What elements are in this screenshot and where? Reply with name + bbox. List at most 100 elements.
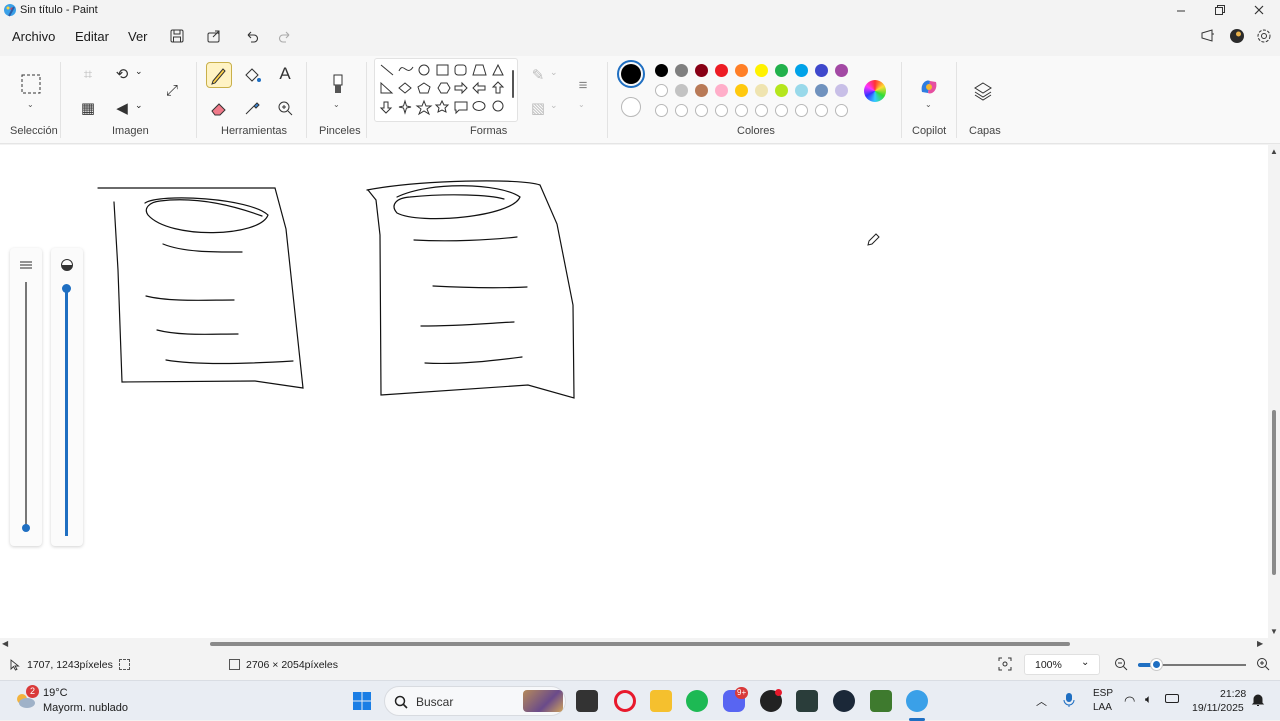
horizontal-scroll-thumb[interactable] <box>210 642 1070 646</box>
palette-swatch[interactable] <box>695 64 708 77</box>
notification-bell-icon[interactable] <box>1251 693 1265 707</box>
drawing-canvas[interactable] <box>0 145 1268 638</box>
custom-color-slot[interactable] <box>815 104 828 117</box>
taskbar-search-box[interactable]: Buscar <box>384 686 566 716</box>
custom-color-slot[interactable] <box>655 104 668 117</box>
menu-archivo[interactable]: Archivo <box>12 29 55 44</box>
fill-chevron-down-icon[interactable]: ⌄ <box>550 100 558 111</box>
rotate-icon[interactable]: ⟲ <box>110 62 134 86</box>
palette-swatch[interactable] <box>835 64 848 77</box>
microphone-icon[interactable] <box>1063 692 1075 708</box>
custom-color-slot[interactable] <box>835 104 848 117</box>
size-slider-handle[interactable] <box>62 284 71 293</box>
scroll-up-icon[interactable]: ▲ <box>1270 147 1278 156</box>
palette-swatch[interactable] <box>835 84 848 97</box>
brush-chevron-down-icon[interactable]: ⌄ <box>333 100 340 109</box>
paint-taskbar-icon[interactable] <box>906 690 928 712</box>
vertical-scrollbar[interactable]: ▲ ▼ <box>1268 145 1280 638</box>
task-view-icon[interactable] <box>576 690 598 712</box>
crop-icon[interactable]: ⌗ <box>76 62 100 86</box>
windows-start-icon[interactable] <box>352 691 372 711</box>
wifi-icon[interactable]: ◠ <box>1124 693 1135 709</box>
account-icon[interactable] <box>1229 28 1245 44</box>
palette-swatch[interactable] <box>755 64 768 77</box>
palette-swatch[interactable] <box>795 84 808 97</box>
scroll-left-icon[interactable]: ◀ <box>2 639 8 648</box>
palette-swatch[interactable] <box>675 84 688 97</box>
secondary-color-button[interactable] <box>621 97 641 117</box>
palette-swatch[interactable] <box>815 84 828 97</box>
outline-chevron-down-icon[interactable]: ⌄ <box>550 67 558 78</box>
palette-swatch[interactable] <box>715 64 728 77</box>
remove-background-icon[interactable]: ▦ <box>76 96 100 120</box>
palette-swatch[interactable] <box>775 64 788 77</box>
palette-swatch[interactable] <box>815 64 828 77</box>
primary-color-button[interactable] <box>617 60 645 88</box>
pencil-tool-button[interactable] <box>206 62 232 88</box>
resize-icon[interactable]: ⤢ <box>160 78 184 102</box>
palette-swatch[interactable] <box>735 84 748 97</box>
custom-color-slot[interactable] <box>795 104 808 117</box>
size-icon[interactable]: ≡ <box>571 73 595 97</box>
scroll-right-icon[interactable]: ▶ <box>1257 639 1263 648</box>
palette-swatch[interactable] <box>655 84 668 97</box>
minimize-button[interactable] <box>1172 2 1190 18</box>
weather-widget[interactable]: 2 19°C Mayorm. nublado <box>14 685 154 717</box>
fill-bucket-icon[interactable] <box>240 63 264 87</box>
brush-icon[interactable] <box>326 73 350 97</box>
layers-icon[interactable] <box>972 80 994 102</box>
battery-icon[interactable] <box>1165 694 1179 703</box>
horizontal-scrollbar[interactable]: ◀ ▶ <box>0 638 1268 650</box>
vertical-scroll-thumb[interactable] <box>1272 410 1276 575</box>
eraser-icon[interactable] <box>207 96 231 120</box>
selection-icon[interactable] <box>19 72 43 96</box>
rotate-chevron-down-icon[interactable]: ⌄ <box>135 66 143 77</box>
flip-chevron-down-icon[interactable]: ⌄ <box>135 100 143 111</box>
volume-icon[interactable]: 🔈︎ <box>1145 692 1152 707</box>
restore-button[interactable] <box>1210 2 1228 18</box>
language-top[interactable]: ESP <box>1093 688 1113 699</box>
shapes-gallery[interactable] <box>374 58 518 122</box>
palette-swatch[interactable] <box>695 84 708 97</box>
palette-swatch[interactable] <box>655 64 668 77</box>
minecraft-icon[interactable] <box>870 690 892 712</box>
language-bottom[interactable]: LAA <box>1093 702 1112 713</box>
custom-color-slot[interactable] <box>775 104 788 117</box>
undo-icon[interactable] <box>244 28 260 44</box>
custom-color-slot[interactable] <box>675 104 688 117</box>
custom-color-slot[interactable] <box>755 104 768 117</box>
book-app-icon[interactable] <box>796 690 818 712</box>
clock-time[interactable]: 21:28 <box>1220 688 1246 700</box>
steam-icon[interactable] <box>833 690 855 712</box>
copilot-chevron-down-icon[interactable]: ⌄ <box>925 100 932 109</box>
size-chevron-down-icon[interactable]: ⌄ <box>578 100 585 109</box>
spotify-icon[interactable] <box>686 690 708 712</box>
selection-chevron-down-icon[interactable]: ⌄ <box>27 100 34 109</box>
copilot-icon[interactable] <box>918 76 940 98</box>
redo-icon[interactable] <box>277 28 293 44</box>
magnifier-icon[interactable] <box>273 96 297 120</box>
palette-swatch[interactable] <box>775 84 788 97</box>
palette-swatch[interactable] <box>675 64 688 77</box>
custom-color-slot[interactable] <box>695 104 708 117</box>
fit-to-window-icon[interactable] <box>998 657 1012 671</box>
menu-editar[interactable]: Editar <box>75 29 109 44</box>
zoom-dropdown[interactable]: 100% ⌄ <box>1024 654 1100 675</box>
color-picker-icon[interactable] <box>240 96 264 120</box>
save-icon[interactable] <box>169 28 185 44</box>
zoom-slider-handle[interactable] <box>1151 659 1162 670</box>
fill-icon[interactable]: ▧ <box>526 96 550 120</box>
zoom-slider[interactable] <box>1138 659 1246 670</box>
menu-ver[interactable]: Ver <box>128 29 148 44</box>
settings-gear-icon[interactable] <box>1256 28 1272 44</box>
zoom-out-icon[interactable] <box>1114 657 1128 671</box>
flip-icon[interactable]: ◀ <box>110 96 134 120</box>
zoom-in-icon[interactable] <box>1256 657 1270 671</box>
palette-swatch[interactable] <box>755 84 768 97</box>
opacity-slider-handle[interactable] <box>22 524 30 532</box>
close-button[interactable] <box>1250 2 1268 18</box>
palette-swatch[interactable] <box>735 64 748 77</box>
palette-swatch[interactable] <box>795 64 808 77</box>
show-hidden-icons-icon[interactable]: ︿ <box>1036 693 1047 709</box>
outline-icon[interactable]: ✎ <box>526 63 550 87</box>
